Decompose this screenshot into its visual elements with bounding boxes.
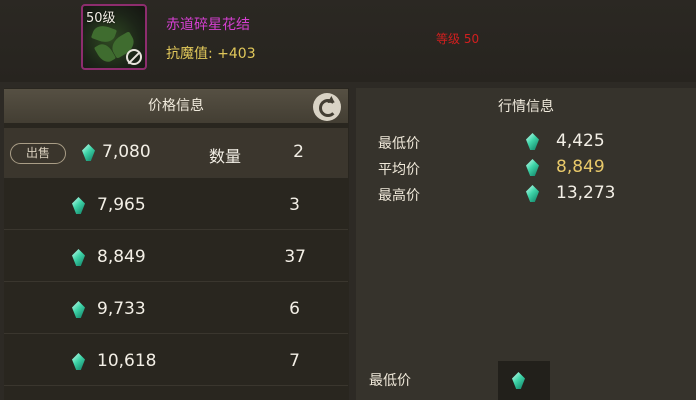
listing-row[interactable]: 出售 7,080 数量 2 [4, 128, 348, 178]
avg-price-label: 平均价 [378, 162, 420, 178]
listing-row[interactable]: 8,849 37 [4, 232, 348, 282]
item-level-badge: 50级 [86, 11, 116, 26]
quantity-label: 数量 [209, 147, 242, 166]
listing-quantity: 7 [289, 351, 300, 371]
item-icon-slot[interactable]: 50级 [81, 4, 147, 70]
listing-price: 8,849 [97, 247, 146, 267]
max-price-value: 13,273 [556, 183, 616, 203]
sell-button[interactable]: 出售 [10, 143, 66, 164]
bottom-min-price-label: 最低价 [369, 373, 411, 389]
listing-price: 7,080 [102, 142, 151, 162]
green-crystal-icon [72, 249, 85, 266]
item-name: 赤道碎星花结 [166, 17, 250, 33]
green-crystal-icon [72, 301, 85, 318]
market-panel-title: 行情信息 [498, 99, 554, 115]
listing-price: 10,618 [97, 351, 157, 371]
green-crystal-icon [512, 372, 525, 389]
green-crystal-icon [72, 353, 85, 370]
listing-row[interactable]: 7,965 3 [4, 180, 348, 230]
green-crystal-icon [82, 144, 95, 161]
level-requirement: 等级 50 [436, 32, 480, 46]
listing-quantity: 2 [293, 142, 304, 162]
refresh-icon[interactable] [313, 93, 341, 121]
forbidden-icon [126, 49, 142, 65]
listing-row[interactable]: 10,618 7 [4, 336, 348, 386]
min-price-label: 最低价 [378, 136, 420, 152]
listing-price: 7,965 [97, 195, 146, 215]
listing-quantity: 3 [289, 195, 300, 215]
listing-quantity: 6 [289, 299, 300, 319]
avg-price-value: 8,849 [556, 157, 605, 177]
price-input-box[interactable] [498, 361, 550, 400]
listing-quantity: 37 [284, 247, 306, 267]
price-panel-title: 价格信息 [4, 89, 348, 123]
min-price-value: 4,425 [556, 131, 605, 151]
listing-price: 9,733 [97, 299, 146, 319]
max-price-label: 最高价 [378, 188, 420, 204]
green-crystal-icon [72, 197, 85, 214]
listing-row[interactable]: 9,733 6 [4, 284, 348, 334]
item-stat: 抗魔值: +403 [166, 46, 256, 62]
